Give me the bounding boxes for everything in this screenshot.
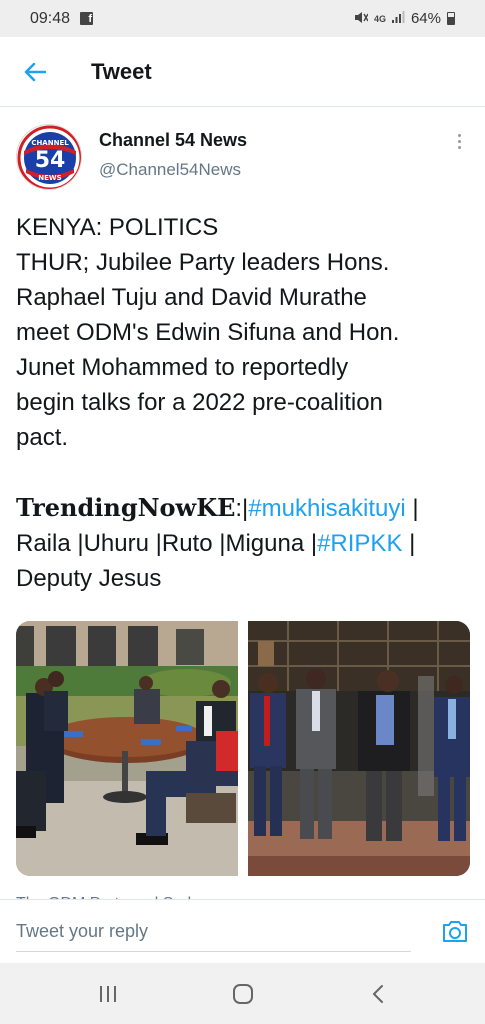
- facebook-icon: f: [80, 12, 94, 25]
- tweet-line: KENYA: POLITICS: [16, 214, 219, 241]
- author-handle[interactable]: @Channel54News: [99, 160, 247, 180]
- brand-separator: :|: [235, 495, 249, 522]
- home-icon: [232, 983, 253, 1004]
- camera-icon: [443, 921, 467, 942]
- tweet-media: [16, 621, 470, 876]
- mute-icon: [354, 11, 369, 27]
- tweet-line: THUR; Jubilee Party leaders Hons.: [16, 249, 390, 276]
- battery-percent: 64%: [410, 10, 441, 27]
- brand-text: TrendingNowKE: [16, 493, 236, 522]
- more-dot-icon: [457, 146, 461, 149]
- standing-leaders-photo: [248, 621, 470, 876]
- author-name[interactable]: Channel 54 News: [99, 130, 247, 151]
- tweet-line: begin talks for a 2022 pre-coalition: [16, 389, 383, 416]
- status-right: 4G 64%: [354, 10, 455, 27]
- back-button[interactable]: [0, 37, 70, 107]
- more-dot-icon: [457, 134, 461, 137]
- camera-button[interactable]: [441, 918, 469, 944]
- status-bar: 09:48 f 4G 64%: [0, 0, 485, 37]
- separator-text: |: [405, 495, 419, 522]
- tweet-text: KENYA: POLITICS THUR; Jubilee Party lead…: [16, 210, 471, 596]
- separator-text: |: [402, 530, 416, 557]
- status-time: 09:48: [30, 9, 71, 27]
- names-text: Raila |Uhuru |Ruto |Miguna |: [16, 530, 318, 557]
- tweet-author: CHANNEL 54 NEWS Channel 54 News @Channel…: [16, 124, 471, 190]
- reply-input[interactable]: Tweet your reply: [16, 912, 411, 952]
- signal-icon: [391, 11, 405, 26]
- network-type-icon: 4G: [373, 13, 386, 24]
- svg-text:CHANNEL: CHANNEL: [31, 139, 69, 147]
- arrow-left-icon: [24, 62, 46, 81]
- media-photo[interactable]: [248, 621, 470, 876]
- page-title: Tweet: [91, 58, 152, 84]
- author-names: Channel 54 News @Channel54News: [99, 130, 247, 180]
- avatar[interactable]: CHANNEL 54 NEWS: [16, 124, 82, 190]
- reply-bar: Tweet your reply: [0, 899, 485, 963]
- hashtag-link[interactable]: #RIPKK: [317, 530, 402, 557]
- hashtag-link[interactable]: #mukhisakituyi: [248, 495, 405, 522]
- more-dot-icon: [457, 140, 461, 143]
- battery-icon: [447, 12, 455, 25]
- back-chevron-icon: [372, 984, 383, 1003]
- recents-button[interactable]: [78, 974, 138, 1014]
- header: Tweet: [0, 37, 485, 107]
- tweet-line: Deputy Jesus: [16, 565, 162, 592]
- more-options-button[interactable]: [455, 134, 463, 149]
- status-left: 09:48 f: [30, 9, 94, 28]
- svg-text:NEWS: NEWS: [38, 174, 61, 182]
- channel-logo-icon: CHANNEL 54 NEWS: [17, 125, 81, 189]
- tweet-line: meet ODM's Edwin Sifuna and Hon.: [16, 319, 400, 346]
- home-button[interactable]: [213, 974, 273, 1014]
- system-back-button[interactable]: [348, 974, 408, 1014]
- tweet-line: Raila |Uhuru |Ruto |Miguna |#RIPKK |: [16, 526, 471, 561]
- garden-meeting-photo: [16, 621, 238, 876]
- media-photo[interactable]: [16, 621, 238, 876]
- svg-text:54: 54: [35, 148, 66, 173]
- tweet-line: Junet Mohammed to reportedly: [16, 354, 349, 381]
- tweet-line: Raphael Tuju and David Murathe: [16, 284, 367, 311]
- system-nav-bar: [0, 963, 485, 1024]
- tweet-line: TrendingNowKE:|#mukhisakituyi |: [16, 490, 471, 526]
- tweet-line: pact.: [16, 424, 69, 451]
- recents-icon: [99, 985, 116, 1002]
